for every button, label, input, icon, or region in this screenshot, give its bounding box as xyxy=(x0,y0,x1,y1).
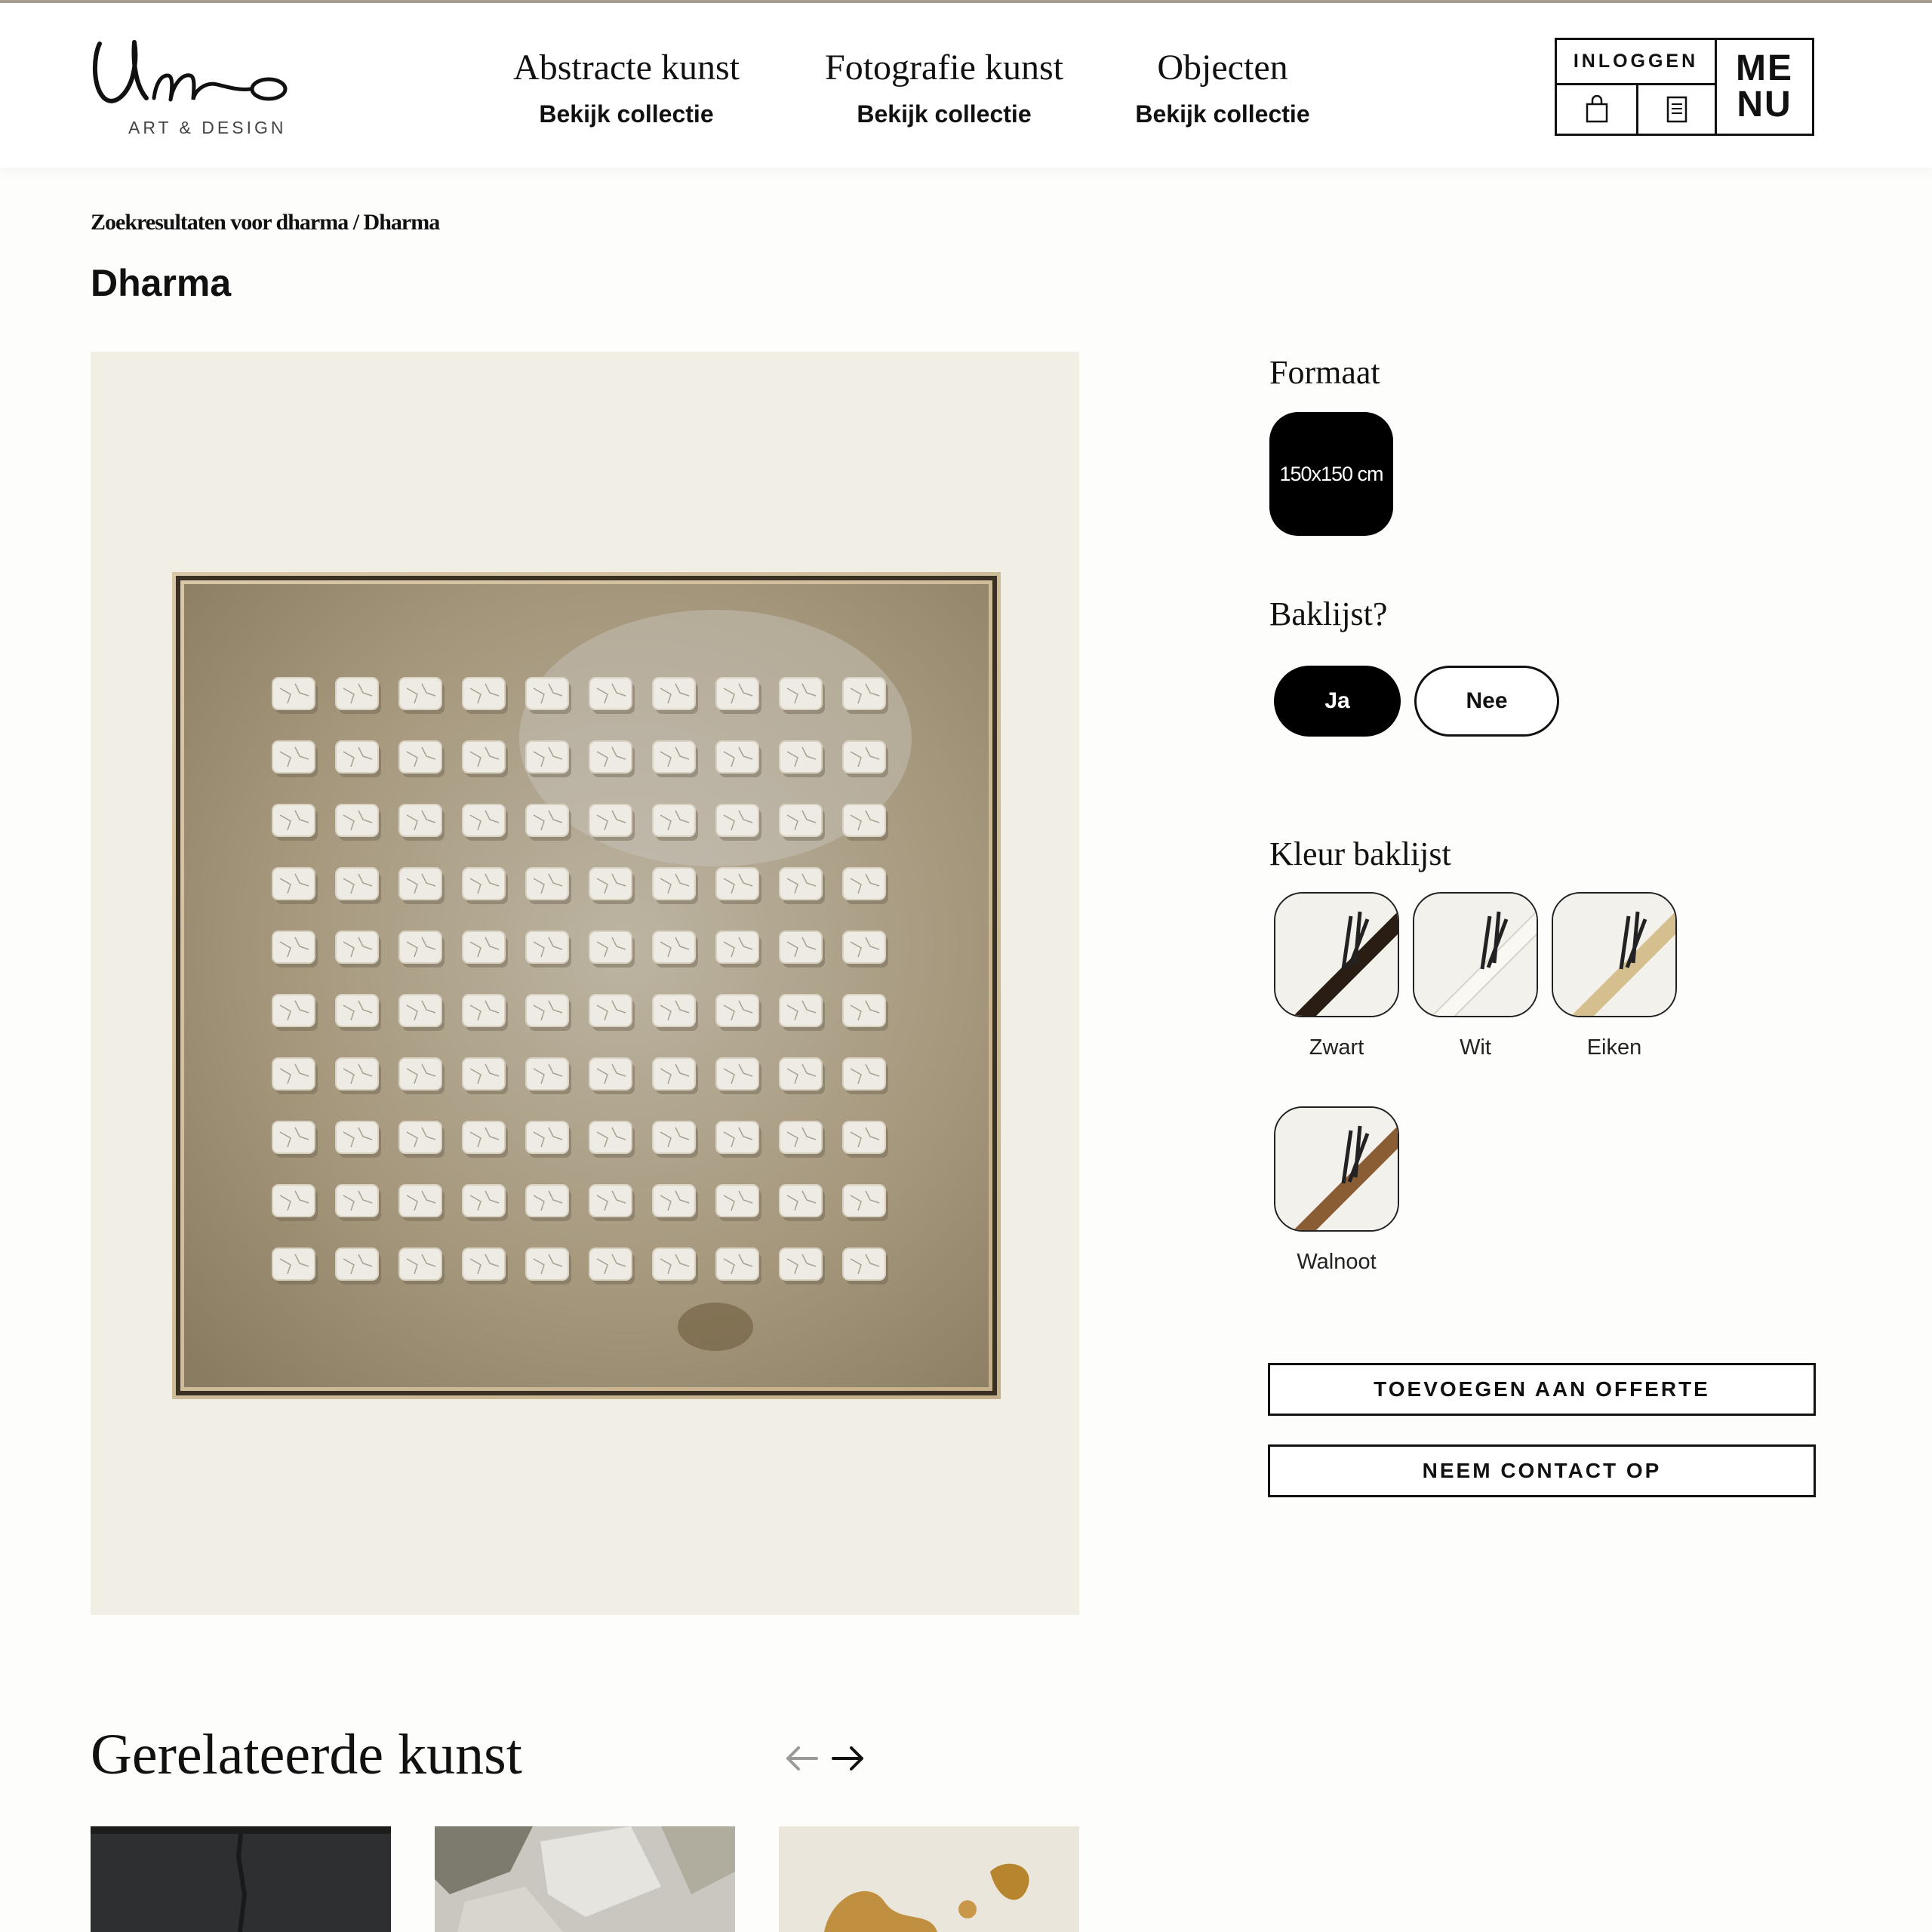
related-thumb[interactable] xyxy=(435,1826,735,1932)
nav-title[interactable]: Abstracte kunst xyxy=(506,47,747,88)
frame-yes-button[interactable]: Ja xyxy=(1274,666,1401,737)
logo-script-icon xyxy=(92,40,288,103)
related-thumb[interactable] xyxy=(779,1826,1079,1932)
frame-label: Baklijst? xyxy=(1269,595,1388,632)
nav-title[interactable]: Objecten xyxy=(1126,47,1319,88)
arrow-right-icon[interactable] xyxy=(826,1736,871,1781)
menu-label-bottom: NU xyxy=(1737,85,1792,125)
size-label: Formaat xyxy=(1269,354,1380,391)
nav-title[interactable]: Fotografie kunst xyxy=(820,47,1069,88)
swatch-label: Eiken xyxy=(1586,1035,1642,1060)
related-artwork-image xyxy=(91,1826,391,1932)
related-title: Gerelateerde kunst xyxy=(91,1723,522,1786)
quote-list-button[interactable] xyxy=(1638,85,1717,134)
nav-link[interactable]: Bekijk collectie xyxy=(1126,100,1319,128)
swatch-eiken[interactable] xyxy=(1552,892,1677,1017)
logo[interactable]: ART & DESIGN xyxy=(89,33,300,139)
nav-fotografie-kunst[interactable]: Fotografie kunst Bekijk collectie xyxy=(820,47,1069,128)
page-title: Dharma xyxy=(91,262,232,304)
related-artwork-image xyxy=(779,1826,1079,1932)
frame-color-label: Kleur baklijst xyxy=(1269,835,1451,872)
nav-link[interactable]: Bekijk collectie xyxy=(506,100,747,128)
swatch-label: Zwart xyxy=(1309,1035,1364,1060)
frame-no-button[interactable]: Nee xyxy=(1414,666,1559,737)
quote-list-icon xyxy=(1666,96,1687,123)
swatch-zwart[interactable] xyxy=(1274,892,1399,1017)
frame-corner-icon xyxy=(1553,894,1675,1016)
login-button[interactable]: INLOGGEN xyxy=(1557,40,1717,85)
nav-abstracte-kunst[interactable]: Abstracte kunst Bekijk collectie xyxy=(506,47,747,128)
frame-corner-icon xyxy=(1275,1108,1398,1230)
menu-button[interactable]: ME NU xyxy=(1717,40,1812,134)
product-image-panel[interactable] xyxy=(91,352,1079,1615)
nav-link[interactable]: Bekijk collectie xyxy=(820,100,1069,128)
breadcrumb[interactable]: Zoekresultaten voor dharma / Dharma xyxy=(91,210,440,235)
swatch-wit[interactable] xyxy=(1413,892,1538,1017)
site-header: ART & DESIGN Abstracte kunst Bekijk coll… xyxy=(0,3,1932,168)
shopping-bag-icon xyxy=(1586,95,1607,123)
related-artwork-image xyxy=(435,1826,735,1932)
related-thumb[interactable] xyxy=(91,1826,391,1932)
menu-label-top: ME xyxy=(1736,48,1793,88)
cart-button[interactable] xyxy=(1557,85,1638,134)
swatch-label: Walnoot xyxy=(1297,1250,1377,1274)
nav-objecten[interactable]: Objecten Bekijk collectie xyxy=(1126,47,1319,128)
artwork-image xyxy=(172,572,1001,1399)
swatch-walnoot[interactable] xyxy=(1274,1106,1399,1232)
add-to-quote-button[interactable]: TOEVOEGEN AAN OFFERTE xyxy=(1268,1363,1816,1416)
frame-corner-icon xyxy=(1414,894,1537,1016)
size-option-button[interactable]: 150x150 cm xyxy=(1269,412,1393,536)
frame-corner-icon xyxy=(1275,894,1398,1016)
account-box: INLOGGEN ME NU xyxy=(1555,38,1814,136)
arrow-left-icon[interactable] xyxy=(779,1736,824,1781)
contact-button[interactable]: NEEM CONTACT OP xyxy=(1268,1444,1816,1497)
swatch-label: Wit xyxy=(1460,1035,1491,1060)
logo-subtitle: ART & DESIGN xyxy=(128,118,287,137)
